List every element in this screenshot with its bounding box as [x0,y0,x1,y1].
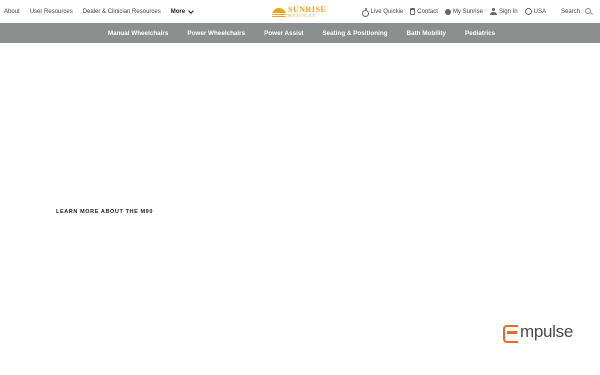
live-quickie-label: Live Quickie [370,8,404,15]
region-label: USA [533,8,546,15]
sign-in-label: Sign In [498,8,518,15]
user-resources-link[interactable]: User Resources [30,9,73,15]
search-label: Search [560,8,580,15]
top-bar: About User Resources Dealer & Clinician … [0,0,600,23]
nav-power-wheelchairs[interactable]: Power Wheelchairs [187,30,245,37]
phone-icon [410,8,416,15]
logo-subtext: MEDICAL [288,12,317,18]
dealer-clinician-resources-link[interactable]: Dealer & Clinician Resources [83,9,161,15]
nav-seating-positioning[interactable]: Seating & Positioning [322,30,387,37]
my-sunrise-label: My Sunrise [452,8,483,15]
chevron-down-icon [188,7,194,14]
search-icon [585,8,592,15]
wheelchair-icon [361,7,369,17]
my-sunrise-link[interactable]: My Sunrise [444,8,483,15]
contact-label: Contact [417,8,438,15]
nav-power-assist[interactable]: Power Assist [264,30,303,37]
sunrise-medical-logo[interactable]: SUNRISE MEDICAL [272,3,328,20]
main-navigation: Manual Wheelchairs Power Wheelchairs Pow… [0,23,600,43]
empulse-brand-logo: mpulse [503,322,574,343]
about-link[interactable]: About [4,9,20,15]
top-left-links: About User Resources Dealer & Clinician … [4,0,194,23]
empulse-e-logo-icon [503,323,519,343]
sign-in-link[interactable]: Sign In [489,8,518,15]
top-right-links: Live Quickie Contact My Sunrise Sign In … [361,0,592,23]
live-quickie-link[interactable]: Live Quickie [361,7,404,17]
nav-manual-wheelchairs[interactable]: Manual Wheelchairs [108,30,169,37]
learn-more-link[interactable]: LEARN MORE ABOUT THE M90 [56,209,153,215]
logo-text: SUNRISE MEDICAL [288,5,326,18]
globe-outline-icon [524,8,532,15]
region-selector[interactable]: USA [524,8,546,15]
nav-pediatrics[interactable]: Pediatrics [465,30,495,37]
empulse-wordmark: mpulse [520,322,574,341]
search-button[interactable]: Search [561,8,592,15]
sun-logo-icon [272,6,286,18]
contact-link[interactable]: Contact [410,8,438,15]
more-label: More [170,8,186,15]
user-icon [489,8,497,15]
globe-icon [444,8,451,15]
more-menu-button[interactable]: More [170,7,194,15]
nav-bath-mobility[interactable]: Bath Mobility [407,30,447,37]
